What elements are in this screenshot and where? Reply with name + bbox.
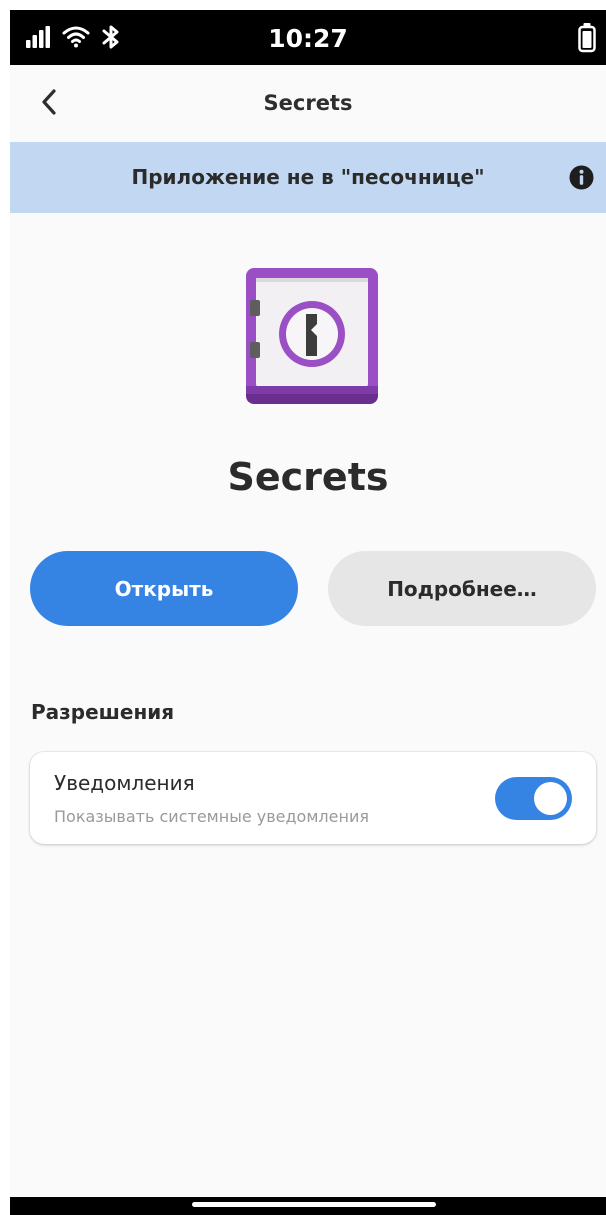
details-button[interactable]: Подробнее…: [328, 551, 596, 626]
bottom-bar: [10, 1197, 606, 1215]
info-icon[interactable]: [569, 165, 594, 190]
app-name: Secrets: [227, 455, 389, 499]
permission-card-notifications: Уведомления Показывать системные уведомл…: [30, 752, 596, 844]
open-button[interactable]: Открыть: [30, 551, 298, 626]
status-time: 10:27: [268, 24, 348, 53]
toggle-knob: [534, 782, 567, 815]
vault-icon: [244, 266, 380, 406]
page-title: Secrets: [263, 91, 353, 115]
permission-title: Уведомления: [54, 771, 195, 795]
header-bar: Secrets: [10, 65, 606, 142]
battery-icon: [578, 23, 596, 57]
app-window: 10:27 Secrets Приложение не в "песочнице…: [10, 10, 606, 1215]
status-bar: 10:27: [10, 10, 606, 65]
notifications-toggle[interactable]: [495, 777, 572, 820]
home-indicator[interactable]: [192, 1202, 436, 1207]
sandbox-banner: Приложение не в "песочнице": [10, 142, 606, 213]
permission-subtitle: Показывать системные уведомления: [54, 807, 369, 826]
permissions-title: Разрешения: [31, 700, 175, 724]
banner-text: Приложение не в "песочнице": [131, 165, 485, 189]
